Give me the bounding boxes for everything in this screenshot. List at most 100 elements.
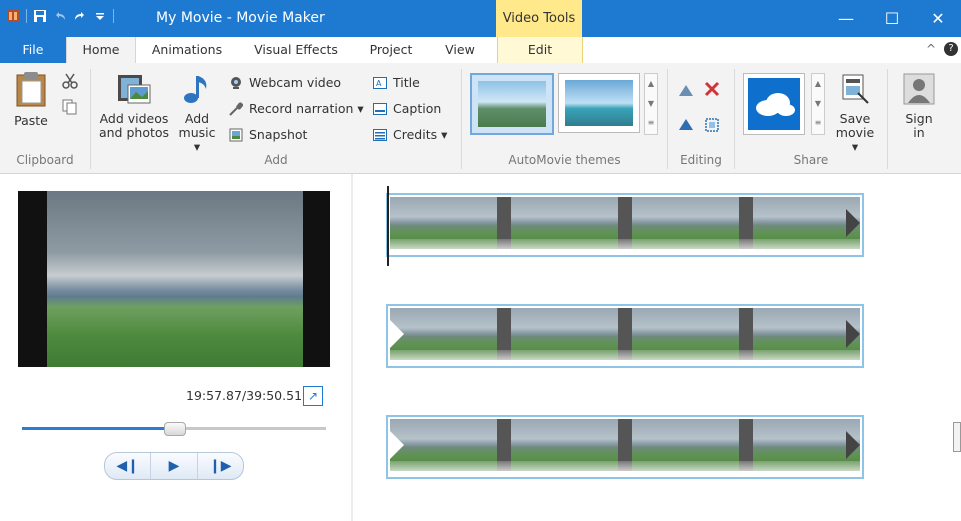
theme-contemporary-thumbnail[interactable]: [558, 73, 640, 133]
play-button[interactable]: ▶: [151, 453, 198, 479]
credits-button[interactable]: Credits ▾: [373, 127, 447, 142]
select-all-icon[interactable]: [704, 117, 720, 136]
user-icon: [896, 73, 942, 108]
caption-icon: [373, 102, 387, 116]
remove-icon[interactable]: [704, 81, 720, 100]
clip-1[interactable]: [386, 193, 864, 257]
maximize-button[interactable]: ☐: [869, 0, 915, 37]
save-movie-label-1: Save: [839, 111, 871, 126]
chevron-up-icon[interactable]: ▲: [812, 74, 824, 94]
save-icon[interactable]: [33, 9, 47, 23]
caption-label: Caption: [393, 101, 442, 116]
tab-animations[interactable]: Animations: [146, 37, 228, 63]
more-icon[interactable]: ≡: [645, 114, 657, 132]
window-title: My Movie - Movie Maker: [156, 10, 325, 26]
add-videos-label-1: Add videos: [99, 111, 169, 126]
add-music-label-1: Add: [184, 111, 210, 126]
snapshot-button[interactable]: Snapshot: [229, 127, 307, 142]
film-photo-icon: [97, 73, 171, 108]
add-videos-label-2: and photos: [98, 125, 170, 140]
paste-icon: [8, 71, 54, 110]
clip-3[interactable]: [386, 415, 864, 479]
clipboard-group: Paste Clipboard: [0, 63, 90, 173]
sign-in-button[interactable]: Sign in: [896, 73, 942, 140]
playhead[interactable]: [387, 186, 389, 266]
add-music-button[interactable]: Add music ▾: [175, 73, 219, 154]
add-music-label-2: music ▾: [178, 125, 216, 154]
collapse-ribbon-icon[interactable]: ^: [926, 42, 936, 56]
save-movie-label-2: movie ▾: [835, 125, 875, 154]
play-icon: ▶: [168, 458, 180, 474]
storyboard: [353, 174, 961, 521]
caption-button[interactable]: Caption: [373, 101, 441, 116]
redo-icon[interactable]: [73, 9, 87, 23]
title-label: Title: [393, 75, 420, 90]
music-note-icon: [175, 73, 219, 108]
webcam-icon: [229, 76, 243, 90]
clip-2[interactable]: [386, 304, 864, 368]
tab-visual-effects[interactable]: Visual Effects: [248, 37, 344, 63]
add-group: Add videos and photos Add music ▾ Webcam…: [91, 63, 461, 173]
automovie-themes-group: ▲ ▼ ≡ AutoMovie themes: [462, 63, 667, 173]
seek-thumb[interactable]: [164, 422, 186, 436]
previous-frame-button[interactable]: ◀❙: [105, 453, 152, 479]
playback-time: 19:57.87/39:50.51: [186, 388, 303, 403]
next-frame-icon: ❙▶: [209, 458, 232, 474]
record-narration-button[interactable]: Record narration ▾: [229, 101, 364, 116]
editing-group-label: Editing: [680, 153, 722, 167]
chevron-down-icon[interactable]: ▼: [812, 94, 824, 114]
more-icon[interactable]: ≡: [812, 114, 824, 132]
title-bar: My Movie - Movie Maker Video Tools — ☐ ✕: [0, 0, 961, 37]
tab-view[interactable]: View: [436, 37, 484, 63]
svg-text:A: A: [376, 79, 382, 88]
seek-bar[interactable]: [22, 422, 326, 436]
close-button[interactable]: ✕: [915, 0, 961, 37]
share-group: ▲ ▼ ≡ Save movie ▾ Share: [735, 63, 887, 173]
customize-qat-icon[interactable]: [93, 9, 107, 23]
tab-file[interactable]: File: [0, 37, 66, 63]
video-preview[interactable]: [18, 191, 330, 367]
webcam-video-label: Webcam video: [249, 75, 342, 90]
next-frame-button[interactable]: ❙▶: [198, 453, 243, 479]
separator-icon: [26, 9, 27, 23]
webcam-video-button[interactable]: Webcam video: [229, 75, 341, 90]
record-narration-label: Record narration ▾: [249, 101, 364, 116]
help-icon[interactable]: ?: [944, 42, 958, 56]
fullscreen-icon[interactable]: ↗: [303, 386, 323, 406]
tab-project[interactable]: Project: [362, 37, 420, 63]
minimize-button[interactable]: —: [823, 0, 869, 37]
themes-scroll[interactable]: ▲ ▼ ≡: [644, 73, 658, 135]
rotate-right-icon[interactable]: [678, 117, 694, 134]
preview-pane: 19:57.87/39:50.51 ↗ ◀❙ ▶ ❙▶: [0, 174, 353, 521]
add-videos-and-photos-button[interactable]: Add videos and photos: [97, 73, 171, 140]
theme-default-thumbnail[interactable]: [470, 73, 554, 135]
add-group-label: Add: [264, 153, 288, 167]
onedrive-share-button[interactable]: [743, 73, 805, 135]
app-icon: [6, 9, 20, 23]
chevron-down-icon[interactable]: ▼: [645, 94, 657, 114]
paste-button[interactable]: Paste: [8, 71, 54, 128]
tab-home[interactable]: Home: [66, 37, 136, 64]
tab-edit[interactable]: Edit: [497, 37, 583, 63]
audio-waveform: [390, 239, 860, 253]
editing-group: Editing: [668, 63, 734, 173]
audio-waveform: [390, 461, 860, 475]
audio-waveform: [390, 350, 860, 364]
seek-bar-fill: [22, 427, 174, 430]
ribbon-tab-row: File Home Animations Visual Effects Proj…: [0, 37, 961, 64]
save-movie-button[interactable]: Save movie ▾: [831, 73, 879, 154]
share-scroll[interactable]: ▲ ▼ ≡: [811, 73, 825, 135]
chevron-up-icon[interactable]: ▲: [645, 74, 657, 94]
video-frame: [47, 191, 303, 367]
paste-label: Paste: [14, 113, 48, 128]
undo-icon[interactable]: [53, 9, 67, 23]
storyboard-scrollbar[interactable]: [953, 422, 961, 452]
title-button[interactable]: A Title: [373, 75, 420, 90]
rotate-left-icon[interactable]: [678, 83, 694, 100]
sign-in-label-1: Sign: [905, 111, 933, 126]
copy-icon[interactable]: [62, 99, 78, 118]
cut-icon[interactable]: [62, 73, 78, 92]
video-tools-context-label: Video Tools: [496, 0, 582, 37]
onedrive-icon: [748, 78, 800, 130]
sign-in-label-2: in: [913, 125, 925, 140]
